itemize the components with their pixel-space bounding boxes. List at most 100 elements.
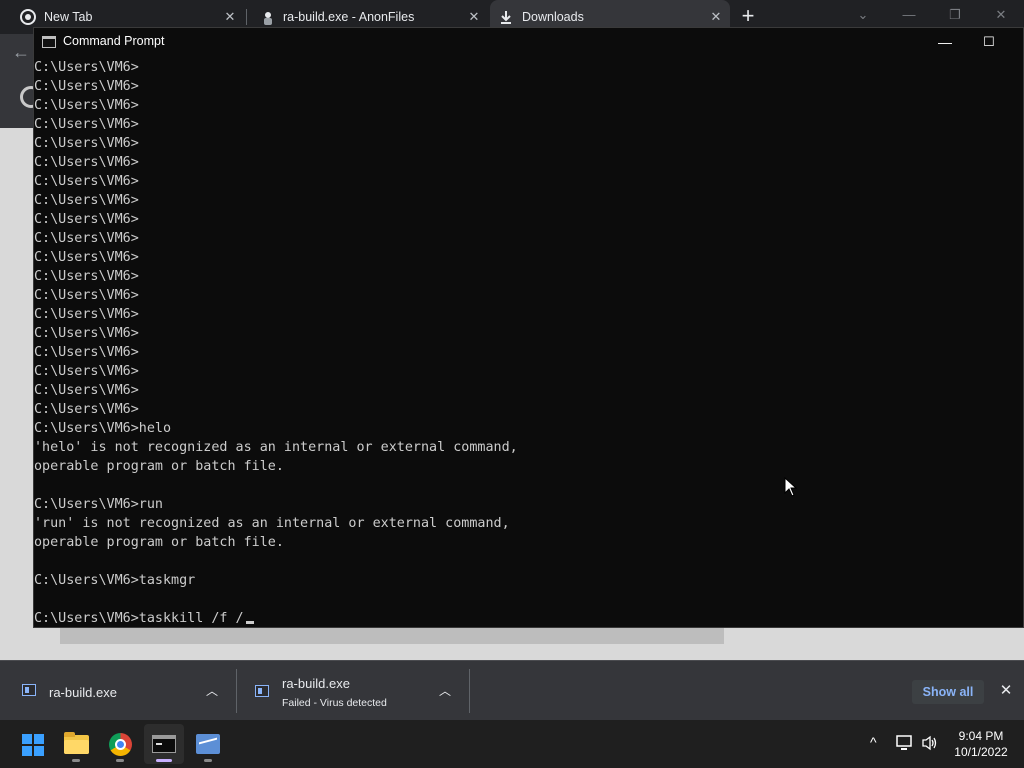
chevron-up-icon[interactable]: ^ bbox=[870, 734, 877, 750]
cmd-icon bbox=[152, 735, 176, 753]
start-button[interactable] bbox=[12, 724, 52, 764]
taskbar-file-explorer[interactable] bbox=[56, 724, 96, 764]
folder-icon bbox=[64, 732, 89, 754]
anonfiles-icon bbox=[262, 11, 274, 25]
console-line-text: C:\Users\VM6> bbox=[34, 364, 139, 379]
console-line-text: C:\Users\VM6>taskkill /f / bbox=[34, 611, 244, 626]
tab-title: ra-build.exe - AnonFiles bbox=[283, 10, 415, 24]
console-line: C:\Users\VM6> bbox=[34, 381, 1023, 400]
console-line: operable program or batch file. bbox=[34, 533, 1023, 552]
console-line-text: C:\Users\VM6> bbox=[34, 269, 139, 284]
minimize-icon[interactable]: — bbox=[894, 4, 924, 26]
console-line: C:\Users\VM6> bbox=[34, 267, 1023, 286]
cmd-titlebar[interactable]: Command Prompt — ☐ bbox=[34, 28, 1023, 56]
console-line-text: C:\Users\VM6> bbox=[34, 117, 139, 132]
console-line-text: C:\Users\VM6>taskmgr bbox=[34, 573, 196, 588]
text-caret bbox=[245, 621, 254, 624]
download-item[interactable]: ra-build.exe ︿ bbox=[22, 669, 232, 713]
clock-time: 9:04 PM bbox=[958, 729, 1004, 743]
command-prompt-window[interactable]: Command Prompt — ☐ C:\Users\VM6> C:\Users… bbox=[33, 27, 1024, 628]
close-icon[interactable]: ✕ bbox=[708, 9, 724, 25]
taskbar-chrome[interactable] bbox=[100, 724, 140, 764]
console-line: C:\Users\VM6>helo bbox=[34, 419, 1023, 438]
console-line: C:\Users\VM6>taskkill /f / bbox=[34, 609, 1023, 627]
console-line-text: C:\Users\VM6> bbox=[34, 193, 139, 208]
console-line-text: operable program or batch file. bbox=[34, 459, 284, 474]
console-line: C:\Users\VM6> bbox=[34, 96, 1023, 115]
download-icon bbox=[500, 10, 512, 24]
tab-search-icon[interactable]: ⌄ bbox=[848, 4, 878, 26]
tab-divider bbox=[246, 9, 247, 25]
console-line: 'run' is not recognized as an internal o… bbox=[34, 514, 1023, 533]
console-line-text: C:\Users\VM6> bbox=[34, 79, 139, 94]
download-item[interactable]: ra-build.exe Failed - Virus detected ︿ bbox=[255, 669, 465, 713]
console-line-text: C:\Users\VM6> bbox=[34, 402, 139, 417]
new-tab-button[interactable]: + bbox=[736, 5, 760, 29]
tab-title: Downloads bbox=[522, 10, 584, 24]
running-indicator bbox=[156, 759, 172, 762]
exe-file-icon bbox=[22, 684, 36, 696]
console-line: C:\Users\VM6> bbox=[34, 343, 1023, 362]
console-line-text: C:\Users\VM6>run bbox=[34, 497, 163, 512]
console-line: C:\Users\VM6> bbox=[34, 153, 1023, 172]
close-icon[interactable]: ✕ bbox=[222, 9, 238, 25]
maximize-icon[interactable]: ☐ bbox=[977, 32, 1001, 52]
console-line: C:\Users\VM6> bbox=[34, 134, 1023, 153]
console-line-text: C:\Users\VM6> bbox=[34, 231, 139, 246]
back-arrow-icon[interactable]: ← bbox=[12, 42, 30, 63]
download-filename: ra-build.exe bbox=[282, 676, 350, 691]
volume-icon[interactable] bbox=[921, 735, 939, 751]
console-line-text: C:\Users\VM6> bbox=[34, 288, 139, 303]
console-line-text: C:\Users\VM6> bbox=[34, 326, 139, 341]
taskbar-performance-monitor[interactable] bbox=[188, 724, 228, 764]
chevron-up-icon[interactable]: ︿ bbox=[202, 681, 222, 701]
running-indicator bbox=[116, 759, 124, 762]
close-icon[interactable]: ✕ bbox=[996, 681, 1016, 701]
console-line: C:\Users\VM6> bbox=[34, 191, 1023, 210]
console-line: operable program or batch file. bbox=[34, 457, 1023, 476]
close-window-icon[interactable]: ✕ bbox=[986, 4, 1016, 26]
console-line-text: C:\Users\VM6> bbox=[34, 212, 139, 227]
console-line: C:\Users\VM6> bbox=[34, 324, 1023, 343]
console-line: C:\Users\VM6>run bbox=[34, 495, 1023, 514]
console-line: C:\Users\VM6> bbox=[34, 229, 1023, 248]
console-line: C:\Users\VM6> bbox=[34, 77, 1023, 96]
console-line: C:\Users\VM6> bbox=[34, 286, 1023, 305]
console-line: C:\Users\VM6> bbox=[34, 248, 1023, 267]
divider bbox=[469, 669, 470, 713]
console-line: C:\Users\VM6>taskmgr bbox=[34, 571, 1023, 590]
divider bbox=[236, 669, 237, 713]
close-icon[interactable]: ✕ bbox=[466, 9, 482, 25]
console-line: C:\Users\VM6> bbox=[34, 400, 1023, 419]
windows-icon bbox=[22, 734, 44, 756]
console-line-text: C:\Users\VM6> bbox=[34, 307, 139, 322]
minimize-icon[interactable]: — bbox=[933, 32, 957, 52]
exe-file-icon bbox=[255, 685, 269, 697]
console-line-text: C:\Users\VM6> bbox=[34, 174, 139, 189]
console-line: C:\Users\VM6> bbox=[34, 115, 1023, 134]
network-icon[interactable] bbox=[896, 735, 914, 751]
page-scroll-bar bbox=[60, 626, 724, 644]
window-title: Command Prompt bbox=[63, 34, 165, 48]
console-line-text: 'helo' is not recognized as an internal … bbox=[34, 440, 518, 455]
system-clock[interactable]: 9:04 PM 10/1/2022 bbox=[944, 728, 1018, 760]
console-line-text: C:\Users\VM6> bbox=[34, 136, 139, 151]
tab-title: New Tab bbox=[44, 10, 93, 24]
chart-icon bbox=[196, 734, 220, 754]
console-line-text: C:\Users\VM6> bbox=[34, 250, 139, 265]
console-line-text: C:\Users\VM6> bbox=[34, 345, 139, 360]
console-line-text: C:\Users\VM6> bbox=[34, 60, 139, 75]
show-all-button[interactable]: Show all bbox=[912, 680, 984, 704]
running-indicator bbox=[204, 759, 212, 762]
restore-icon[interactable]: ❐ bbox=[940, 4, 970, 26]
chevron-up-icon[interactable]: ︿ bbox=[435, 681, 455, 701]
console-line-text: 'run' is not recognized as an internal o… bbox=[34, 516, 510, 531]
console-line: C:\Users\VM6> bbox=[34, 210, 1023, 229]
console-output[interactable]: C:\Users\VM6> C:\Users\VM6> C:\Users\VM6> C… bbox=[34, 58, 1023, 627]
taskbar-command-prompt[interactable] bbox=[144, 724, 184, 764]
console-line: C:\Users\VM6> bbox=[34, 172, 1023, 191]
console-line-text: C:\Users\VM6> bbox=[34, 155, 139, 170]
